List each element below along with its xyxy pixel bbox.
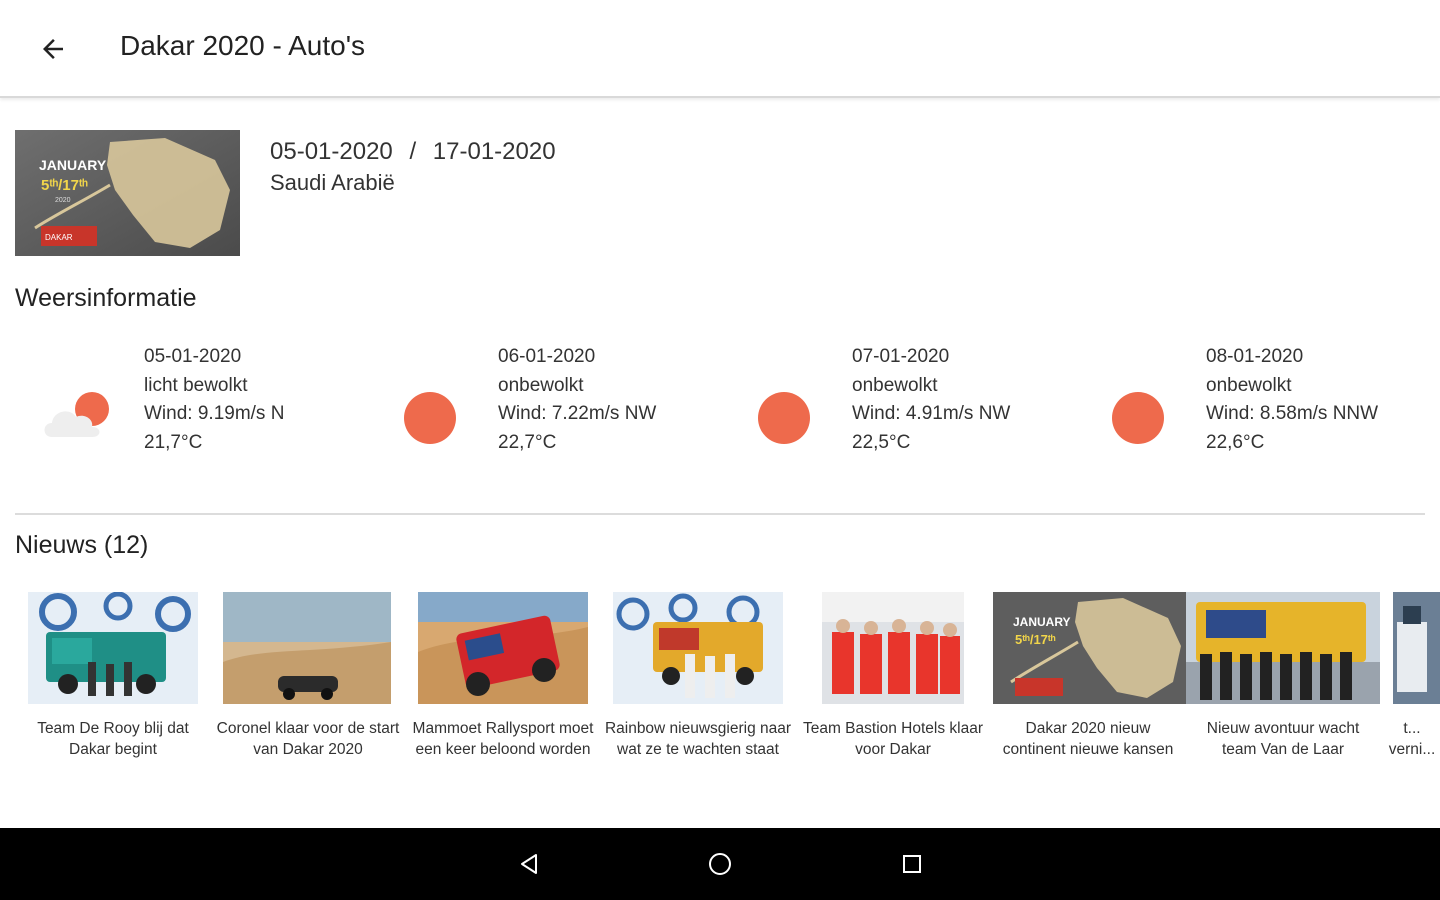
nav-home-icon (709, 853, 731, 875)
weather-wind: Wind: 8.58m/s NNW (1206, 403, 1379, 424)
weather-date: 08-01-2020 (1206, 346, 1304, 367)
news-thumbnail (1393, 592, 1440, 704)
weather-condition: onbewolkt (498, 374, 584, 396)
system-navigation-bar (0, 828, 1440, 900)
weather-wind: Wind: 9.19m/s N (144, 403, 285, 424)
thumb-text-dates: 5ᵗʰ/17ᵗʰ (1015, 632, 1056, 647)
weather-date: 07-01-2020 (852, 346, 950, 367)
sun-icon (758, 392, 810, 444)
nav-recents-button[interactable] (892, 844, 932, 884)
event-start-date: 05-01-2020 (270, 138, 393, 165)
weather-day: 08-01-2020 onbewolkt Wind: 8.58m/s NNW 2… (1102, 343, 1432, 458)
weather-condition: onbewolkt (852, 374, 938, 396)
event-thumbnail: JANUARY 5ᵗʰ/17ᵗʰ 2020 DAKAR (15, 130, 240, 256)
weather-day: 05-01-2020 licht bewolkt Wind: 9.19m/s N… (40, 343, 360, 458)
sun-icon (1112, 392, 1164, 444)
date-separator: / (409, 138, 417, 165)
event-end-date: 17-01-2020 (432, 138, 556, 165)
weather-temp: 22,5°C (852, 431, 911, 453)
news-section-title: Nieuws (12) (15, 531, 149, 559)
weather-temp: 21,7°C (144, 431, 203, 453)
weather-date: 05-01-2020 (144, 346, 242, 367)
thumb-text-dates: 5ᵗʰ/17ᵗʰ (41, 177, 88, 194)
nav-back-button[interactable] (509, 844, 549, 884)
sun-icon (404, 392, 456, 444)
weather-day: 06-01-2020 onbewolkt Wind: 7.22m/s NW 22… (394, 343, 714, 458)
news-title: Dakar 2020 nieuw continent nieuwe kansen (1002, 720, 1174, 758)
news-title: Mammoet Rallysport moet een keer beloond… (412, 720, 594, 758)
news-title: Coronel klaar voor de start van Dakar 20… (216, 720, 400, 758)
news-thumbnail (28, 592, 198, 704)
news-title: t... verni... (1388, 720, 1436, 758)
news-title: Team De Rooy blij dat Dakar begint (37, 720, 189, 758)
news-thumbnail (418, 592, 588, 704)
weather-wind: Wind: 7.22m/s NW (498, 403, 657, 424)
thumb-text-january: JANUARY (39, 157, 107, 173)
page-title: Dakar 2020 - Auto's (120, 30, 366, 61)
news-thumbnail: JANUARY 5ᵗʰ/17ᵗʰ (993, 592, 1188, 704)
news-thumbnail (1186, 592, 1380, 704)
news-thumbnail (822, 592, 964, 704)
weather-condition: licht bewolkt (144, 374, 248, 396)
arrow-left-icon (43, 39, 63, 59)
nav-back-icon (521, 854, 537, 874)
back-button[interactable] (28, 24, 78, 74)
news-thumbnail (613, 592, 783, 704)
event-location: Saudi Arabië (270, 170, 395, 195)
event-dates: 05-01-2020 / 17-01-2020 (270, 138, 556, 166)
news-thumbnail (223, 592, 391, 704)
weather-section-title: Weersinformatie (15, 284, 197, 312)
nav-recents-icon (903, 855, 921, 873)
thumb-text-january: JANUARY (1013, 615, 1071, 629)
news-item[interactable]: t... verni... (1383, 592, 1440, 792)
weather-date: 06-01-2020 (498, 346, 596, 367)
weather-day: 07-01-2020 onbewolkt Wind: 4.91m/s NW 22… (748, 343, 1068, 458)
news-title: Team Bastion Hotels klaar voor Dakar (802, 720, 984, 758)
section-divider (15, 513, 1425, 515)
weather-temp: 22,6°C (1206, 431, 1265, 453)
app-bar: Dakar 2020 - Auto's (0, 0, 1440, 98)
partly-cloudy-icon (44, 392, 109, 437)
thumb-text-badge: DAKAR (45, 233, 73, 242)
news-title: Nieuw avontuur wacht team Van de Laar (1206, 720, 1360, 758)
thumb-text-year: 2020 (55, 197, 71, 204)
weather-condition: onbewolkt (1206, 374, 1292, 396)
nav-home-button[interactable] (700, 844, 740, 884)
news-title: Rainbow nieuwsgierig naar wat ze te wach… (604, 720, 792, 758)
weather-wind: Wind: 4.91m/s NW (852, 403, 1011, 424)
weather-temp: 22,7°C (498, 431, 557, 453)
news-carousel[interactable]: Team De Rooy blij dat Dakar begint Coron… (0, 592, 1440, 792)
